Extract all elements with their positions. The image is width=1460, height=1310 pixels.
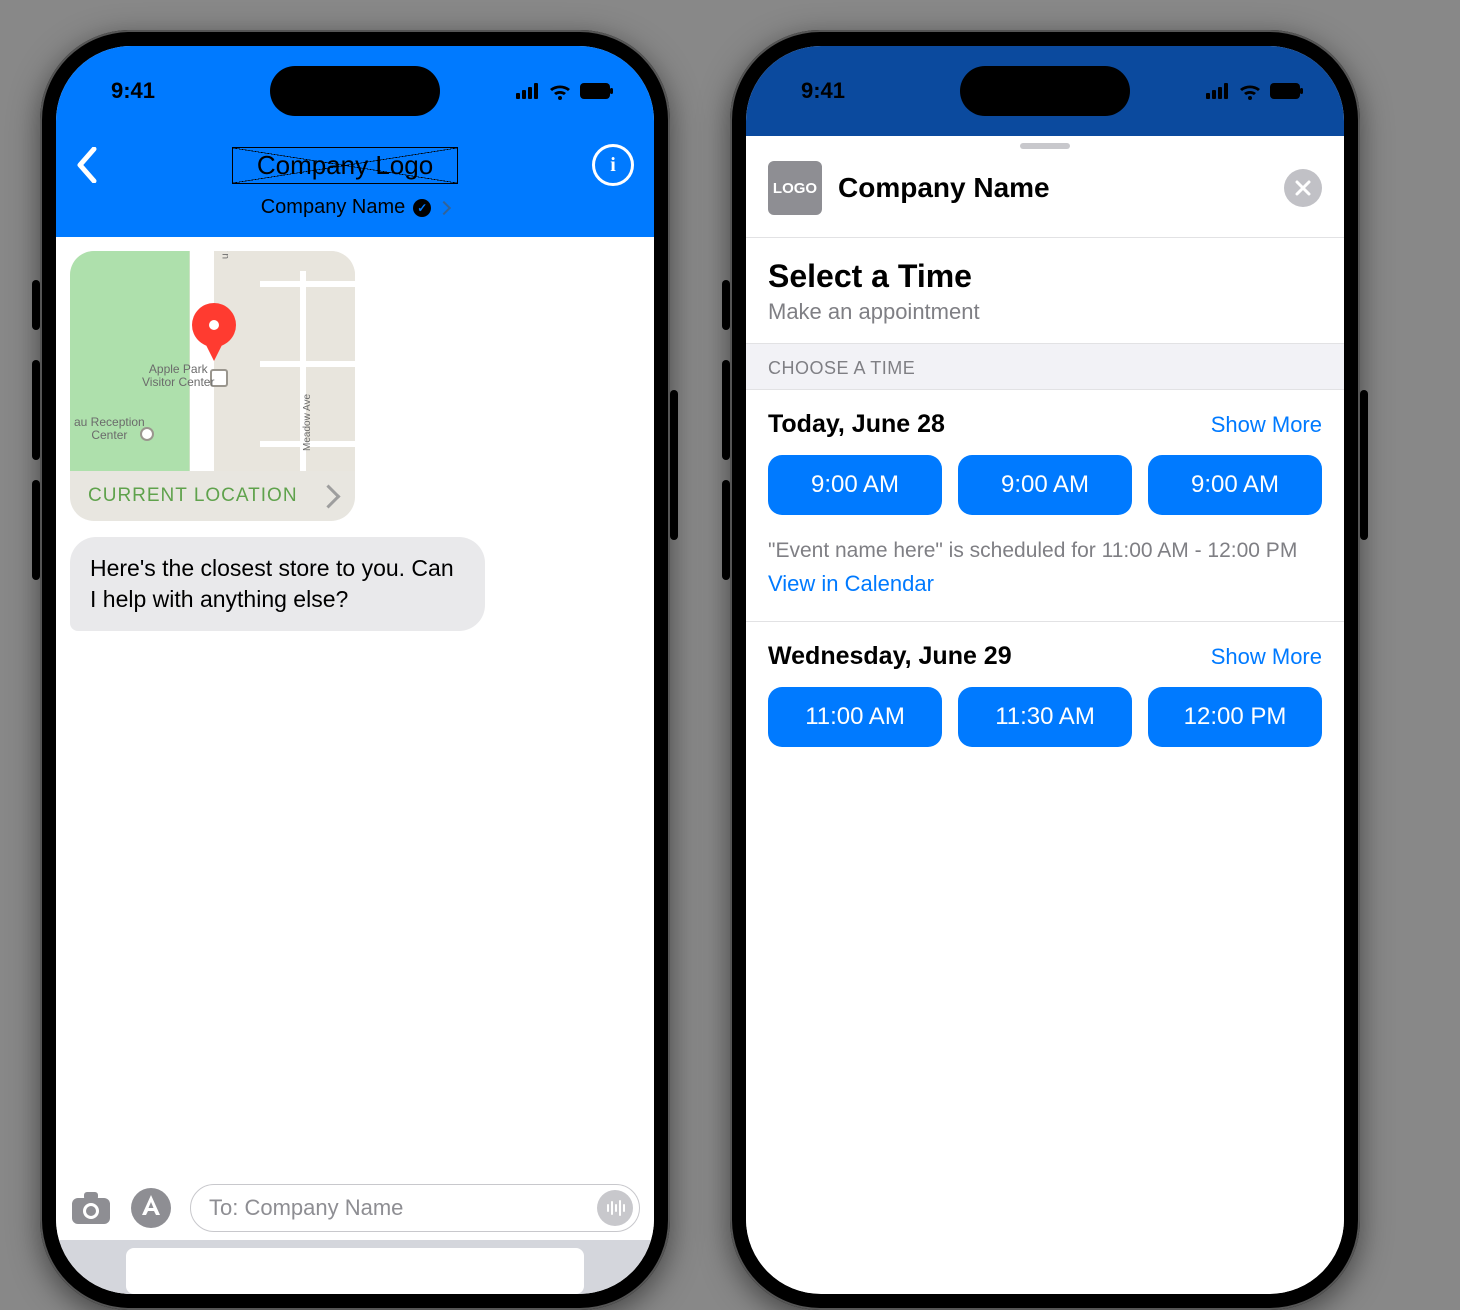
day-group-next: Wednesday, June 29 Show More 11:00 AM 11…: [746, 622, 1344, 771]
message-input-bar: To: Company Name: [56, 1176, 654, 1240]
day-label: Wednesday, June 29: [768, 642, 1012, 671]
sheet-title: Select a Time: [768, 258, 1322, 295]
time-slot-button[interactable]: 9:00 AM: [958, 455, 1132, 515]
info-button[interactable]: i: [592, 144, 634, 186]
message-input-placeholder: To: Company Name: [209, 1195, 403, 1221]
app-store-button[interactable]: [130, 1187, 172, 1229]
screen-right: 9:41 LOGO Company Name: [746, 46, 1344, 1294]
map-poi-label: au ReceptionCenter: [74, 416, 145, 442]
day-group-today: Today, June 28 Show More 9:00 AM 9:00 AM…: [746, 390, 1344, 622]
location-card-title: CURRENT LOCATION: [88, 485, 298, 507]
phone-frame-right: 9:41 LOGO Company Name: [730, 30, 1360, 1310]
time-slot-button[interactable]: 11:30 AM: [958, 687, 1132, 747]
wifi-icon: [548, 82, 572, 100]
time-picker-sheet: LOGO Company Name Select a Time Make an …: [746, 135, 1344, 1293]
show-more-button[interactable]: Show More: [1211, 412, 1322, 438]
message-input[interactable]: To: Company Name: [190, 1184, 640, 1232]
sheet-grabber[interactable]: [1020, 143, 1070, 149]
back-button[interactable]: [76, 147, 98, 183]
keyboard-suggestion-bar: [56, 1240, 654, 1294]
chat-body: u Ave Meadow Ave Apple ParkVisitor Cente…: [56, 237, 654, 645]
phone-frame-left: 9:41 Company Logo i: [40, 30, 670, 1310]
view-in-calendar-link[interactable]: View in Calendar: [768, 571, 1322, 597]
chevron-right-icon: [316, 484, 340, 508]
battery-icon: [1270, 83, 1304, 99]
verified-badge-icon: ✓: [413, 199, 431, 217]
dynamic-island: [960, 66, 1130, 116]
status-time: 9:41: [801, 78, 845, 104]
show-more-button[interactable]: Show More: [1211, 644, 1322, 670]
time-slot-button[interactable]: 9:00 AM: [1148, 455, 1322, 515]
company-name-row[interactable]: Company Name ✓: [261, 196, 450, 219]
dictation-button[interactable]: [597, 1190, 633, 1226]
time-slot-button[interactable]: 9:00 AM: [768, 455, 942, 515]
dynamic-island: [270, 66, 440, 116]
location-card[interactable]: u Ave Meadow Ave Apple ParkVisitor Cente…: [70, 251, 355, 521]
map-pin-icon: [192, 303, 236, 347]
chat-header: Company Logo i Company Name ✓: [56, 136, 654, 237]
conflict-note: "Event name here" is scheduled for 11:00…: [768, 537, 1322, 565]
chevron-right-icon: [437, 200, 451, 214]
screen-left: 9:41 Company Logo i: [56, 46, 654, 1294]
company-logo-icon: LOGO: [768, 161, 822, 215]
map-road-label: Meadow Ave: [302, 394, 313, 451]
wifi-icon: [1238, 82, 1262, 100]
company-logo-placeholder: Company Logo: [232, 147, 458, 184]
close-button[interactable]: [1284, 169, 1322, 207]
status-time: 9:41: [111, 78, 155, 104]
map-poi-label: Apple ParkVisitor Center: [142, 363, 214, 389]
time-slot-button[interactable]: 11:00 AM: [768, 687, 942, 747]
incoming-message: Here's the closest store to you. Can I h…: [70, 537, 485, 631]
battery-icon: [580, 83, 614, 99]
time-slot-button[interactable]: 12:00 PM: [1148, 687, 1322, 747]
sheet-subtitle: Make an appointment: [768, 299, 1322, 325]
day-label: Today, June 28: [768, 410, 945, 439]
map-preview: u Ave Meadow Ave Apple ParkVisitor Cente…: [70, 251, 355, 471]
company-name-label: Company Name: [261, 196, 406, 219]
sheet-header: LOGO Company Name: [746, 135, 1344, 238]
camera-button[interactable]: [70, 1187, 112, 1229]
section-header: CHOOSE A TIME: [746, 343, 1344, 390]
company-name-label: Company Name: [838, 172, 1268, 204]
cellular-icon: [1206, 83, 1230, 99]
map-road-label: u Ave: [220, 251, 231, 259]
cellular-icon: [516, 83, 540, 99]
